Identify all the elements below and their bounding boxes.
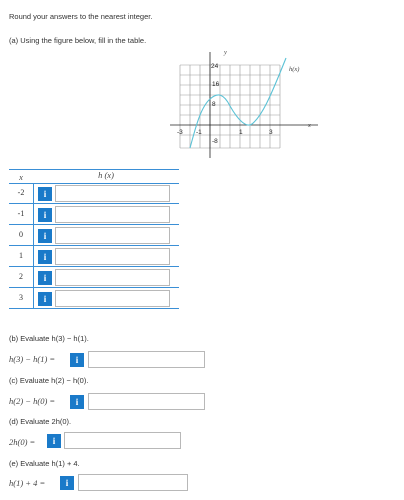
table-cell-x: 1	[19, 251, 23, 260]
y-tick-16: 16	[212, 81, 220, 88]
info-button[interactable]: i	[38, 271, 52, 285]
x-axis-label: x	[307, 122, 311, 129]
table-row-line	[9, 224, 179, 225]
info-button[interactable]: i	[38, 292, 52, 306]
part-d-answer-input[interactable]	[64, 432, 181, 449]
part-c-lhs: h(2) − h(0) =	[9, 396, 56, 406]
y-tick-neg8: -8	[212, 138, 218, 145]
x-tick-neg1: -1	[196, 129, 202, 136]
info-button[interactable]: i	[38, 250, 52, 264]
h-value-input[interactable]	[55, 269, 170, 286]
table-cell-x: 2	[19, 272, 23, 281]
table-row-line	[9, 203, 179, 204]
part-e-answer-input[interactable]	[78, 474, 188, 491]
x-tick-1: 1	[239, 129, 243, 136]
info-button[interactable]: i	[38, 187, 52, 201]
table-header-h: h (x)	[98, 170, 114, 180]
table-header-line	[9, 183, 179, 184]
h-value-input[interactable]	[55, 185, 170, 202]
h-value-input[interactable]	[55, 290, 170, 307]
function-graph: 24 16 8 -8 -3 -1 1 3 y x h(x)	[170, 49, 318, 158]
part-a-prompt: (a) Using the figure below, fill in the …	[9, 36, 147, 45]
table-row-line	[9, 287, 179, 288]
part-e-lhs: h(1) + 4 =	[9, 478, 46, 488]
table-cell-x: 0	[19, 230, 23, 239]
info-button[interactable]: i	[70, 353, 84, 367]
table-cell-x: 3	[19, 293, 23, 302]
part-c-prompt: (c) Evaluate h(2) − h(0).	[9, 376, 89, 385]
table-row-line	[9, 266, 179, 267]
info-button[interactable]: i	[47, 434, 61, 448]
part-b-answer-input[interactable]	[88, 351, 205, 368]
table-row-line	[9, 245, 179, 246]
info-button[interactable]: i	[38, 208, 52, 222]
info-button[interactable]: i	[38, 229, 52, 243]
y-axis-label: y	[223, 49, 227, 56]
y-tick-24: 24	[211, 63, 219, 70]
table-cell-x: -2	[17, 188, 25, 197]
part-d-lhs: 2h(0) =	[9, 437, 36, 447]
part-d-prompt: (d) Evaluate 2h(0).	[9, 417, 72, 426]
table-cell-x: -1	[17, 209, 25, 218]
x-tick-neg3: -3	[177, 129, 183, 136]
info-button[interactable]: i	[60, 476, 74, 490]
y-tick-8: 8	[212, 101, 216, 108]
info-button[interactable]: i	[70, 395, 84, 409]
curve-label: h(x)	[289, 66, 299, 73]
instructions-text: Round your answers to the nearest intege…	[9, 12, 153, 21]
part-b-lhs: h(3) − h(1) =	[9, 354, 56, 364]
table-divider-line	[33, 183, 34, 309]
table-header-x: x	[19, 172, 23, 182]
part-c-answer-input[interactable]	[88, 393, 205, 410]
h-value-input[interactable]	[55, 227, 170, 244]
part-b-prompt: (b) Evaluate h(3) − h(1).	[9, 334, 89, 343]
table-bottom-line	[9, 308, 179, 309]
h-value-input[interactable]	[55, 206, 170, 223]
part-e-prompt: (e) Evaluate h(1) + 4.	[9, 459, 80, 468]
x-tick-3: 3	[269, 129, 273, 136]
h-value-input[interactable]	[55, 248, 170, 265]
